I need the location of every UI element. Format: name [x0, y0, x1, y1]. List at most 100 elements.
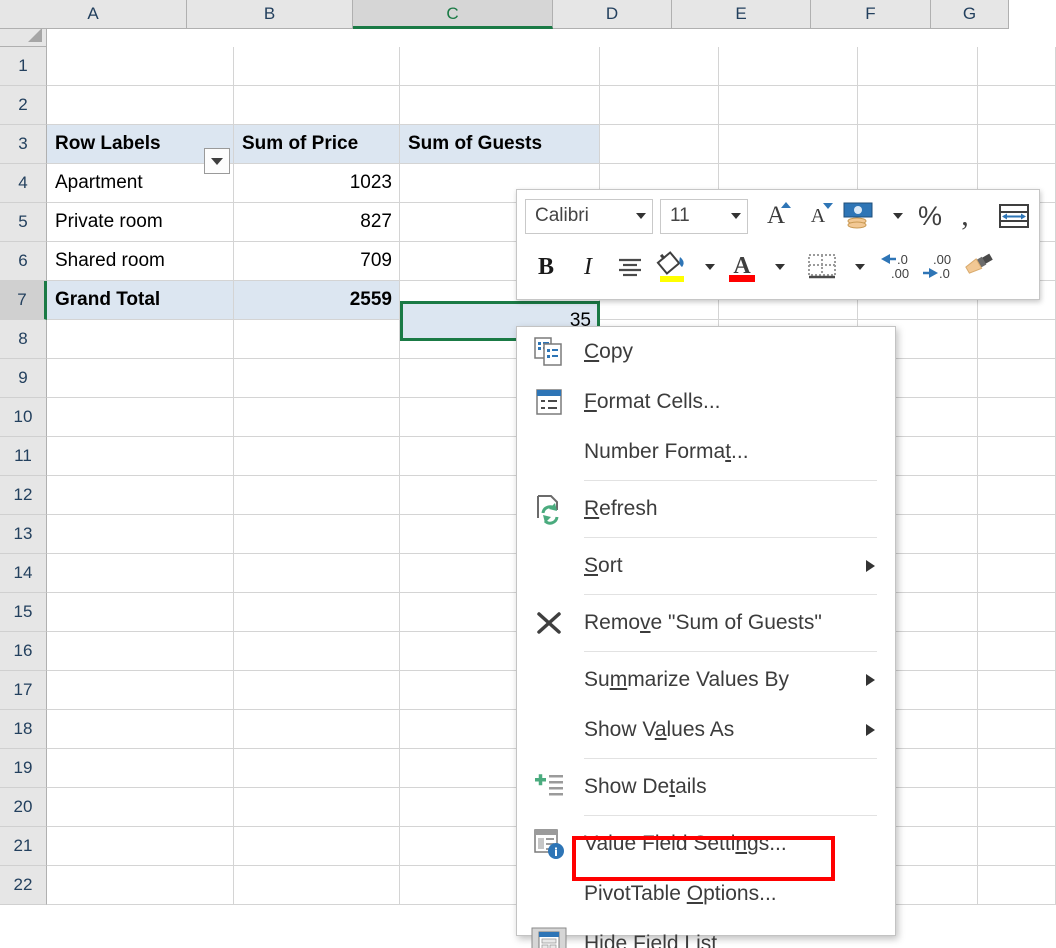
- grid-cell-B22[interactable]: [234, 866, 400, 905]
- context-menu-item-refresh[interactable]: Refresh: [517, 484, 895, 534]
- grid-cell-A10[interactable]: [47, 398, 234, 437]
- grid-cell-A13[interactable]: [47, 515, 234, 554]
- row-header-7[interactable]: 7: [0, 281, 47, 320]
- row-header-22[interactable]: 22: [0, 866, 47, 905]
- grid-cell-G10[interactable]: [978, 398, 1056, 437]
- grid-cell-G18[interactable]: [978, 710, 1056, 749]
- row-header-14[interactable]: 14: [0, 554, 47, 593]
- row-header-19[interactable]: 19: [0, 749, 47, 788]
- context-menu-item-hide-field-list[interactable]: Hide Field List: [517, 919, 895, 948]
- row-header-16[interactable]: 16: [0, 632, 47, 671]
- grid-cell-A12[interactable]: [47, 476, 234, 515]
- grid-cell-B15[interactable]: [234, 593, 400, 632]
- grid-cell-B16[interactable]: [234, 632, 400, 671]
- pivot-row-price-0[interactable]: 1023: [234, 164, 400, 203]
- format-painter-button[interactable]: [961, 248, 1003, 286]
- borders-button[interactable]: [801, 248, 843, 286]
- grid-cell-F1[interactable]: [858, 47, 978, 86]
- grid-cell-G9[interactable]: [978, 359, 1056, 398]
- grid-cell-A21[interactable]: [47, 827, 234, 866]
- grid-cell-B12[interactable]: [234, 476, 400, 515]
- row-header-4[interactable]: 4: [0, 164, 47, 203]
- grid-cell-B14[interactable]: [234, 554, 400, 593]
- grid-cell-B9[interactable]: [234, 359, 400, 398]
- comma-style-button[interactable]: ,: [951, 197, 979, 235]
- context-menu-item-sort[interactable]: Sort: [517, 541, 895, 591]
- grid-cell-G15[interactable]: [978, 593, 1056, 632]
- grid-cell-G21[interactable]: [978, 827, 1056, 866]
- grid-cell-G12[interactable]: [978, 476, 1056, 515]
- grid-cell-B13[interactable]: [234, 515, 400, 554]
- row-labels-filter-button[interactable]: [204, 148, 230, 174]
- context-menu-item-number-format[interactable]: Number Format...: [517, 427, 895, 477]
- grid-cell-A1[interactable]: [47, 47, 234, 86]
- accounting-format-button[interactable]: [839, 197, 881, 235]
- row-header-2[interactable]: 2: [0, 86, 47, 125]
- grid-cell-A15[interactable]: [47, 593, 234, 632]
- grid-cell-A16[interactable]: [47, 632, 234, 671]
- context-menu-item-remove-field[interactable]: Remove "Sum of Guests": [517, 598, 895, 648]
- pivot-header-sum-of-guests[interactable]: Sum of Guests: [400, 125, 600, 164]
- grid-cell-D1[interactable]: [600, 47, 719, 86]
- grid-cell-G20[interactable]: [978, 788, 1056, 827]
- grid-cell-B8[interactable]: [234, 320, 400, 359]
- context-menu-item-copy[interactable]: Copy: [517, 327, 895, 377]
- grid-cell-A17[interactable]: [47, 671, 234, 710]
- pivot-row-label-1[interactable]: Private room: [47, 203, 234, 242]
- grid-cell-G19[interactable]: [978, 749, 1056, 788]
- grid-cell-F3[interactable]: [858, 125, 978, 164]
- shrink-font-button[interactable]: A: [797, 197, 839, 235]
- font-color-button[interactable]: A: [721, 248, 763, 286]
- fill-color-button[interactable]: [651, 248, 693, 286]
- font-name-combo[interactable]: Calibri: [525, 199, 653, 234]
- row-header-17[interactable]: 17: [0, 671, 47, 710]
- grid-cell-E1[interactable]: [719, 47, 858, 86]
- context-menu-item-value-field-settings[interactable]: Value Field Settings...: [517, 819, 895, 869]
- pivot-row-price-1[interactable]: 827: [234, 203, 400, 242]
- font-size-combo[interactable]: 11: [660, 199, 748, 234]
- grid-cell-A20[interactable]: [47, 788, 234, 827]
- column-header-a[interactable]: A: [0, 0, 187, 29]
- row-header-3[interactable]: 3: [0, 125, 47, 164]
- grid-cell-A22[interactable]: [47, 866, 234, 905]
- grid-cell-B17[interactable]: [234, 671, 400, 710]
- row-header-21[interactable]: 21: [0, 827, 47, 866]
- grid-cell-D2[interactable]: [600, 86, 719, 125]
- row-header-5[interactable]: 5: [0, 203, 47, 242]
- grid-cell-G22[interactable]: [978, 866, 1056, 905]
- grid-cell-G14[interactable]: [978, 554, 1056, 593]
- row-header-13[interactable]: 13: [0, 515, 47, 554]
- decrease-decimal-button[interactable]: .0 .00: [877, 248, 919, 286]
- grid-cell-A9[interactable]: [47, 359, 234, 398]
- row-header-11[interactable]: 11: [0, 437, 47, 476]
- row-header-12[interactable]: 12: [0, 476, 47, 515]
- context-menu-item-pivottable-options[interactable]: PivotTable Options...: [517, 869, 895, 919]
- context-menu-item-summarize-values-by[interactable]: Summarize Values By: [517, 655, 895, 705]
- grid-cell-B1[interactable]: [234, 47, 400, 86]
- column-header-e[interactable]: E: [672, 0, 811, 29]
- grid-cell-A14[interactable]: [47, 554, 234, 593]
- center-align-button[interactable]: [609, 248, 651, 286]
- accounting-format-dropdown[interactable]: [881, 197, 909, 235]
- fill-color-dropdown[interactable]: [693, 248, 721, 286]
- pivot-header-sum-of-price[interactable]: Sum of Price: [234, 125, 400, 164]
- grid-cell-A19[interactable]: [47, 749, 234, 788]
- column-header-c[interactable]: C: [353, 0, 553, 29]
- grid-cell-A2[interactable]: [47, 86, 234, 125]
- row-header-10[interactable]: 10: [0, 398, 47, 437]
- grid-cell-G3[interactable]: [978, 125, 1056, 164]
- context-menu-item-show-values-as[interactable]: Show Values As: [517, 705, 895, 755]
- font-color-dropdown[interactable]: [763, 248, 791, 286]
- grid-cell-B18[interactable]: [234, 710, 400, 749]
- bold-button[interactable]: B: [525, 248, 567, 286]
- column-header-b[interactable]: B: [187, 0, 353, 29]
- grid-cell-C2[interactable]: [400, 86, 600, 125]
- row-header-18[interactable]: 18: [0, 710, 47, 749]
- context-menu-item-format-cells[interactable]: Format Cells...: [517, 377, 895, 427]
- grid-cell-C1[interactable]: [400, 47, 600, 86]
- grid-cell-B2[interactable]: [234, 86, 400, 125]
- grow-font-button[interactable]: A: [755, 197, 797, 235]
- grid-cell-G13[interactable]: [978, 515, 1056, 554]
- row-header-6[interactable]: 6: [0, 242, 47, 281]
- increase-decimal-button[interactable]: .00 .0: [919, 248, 961, 286]
